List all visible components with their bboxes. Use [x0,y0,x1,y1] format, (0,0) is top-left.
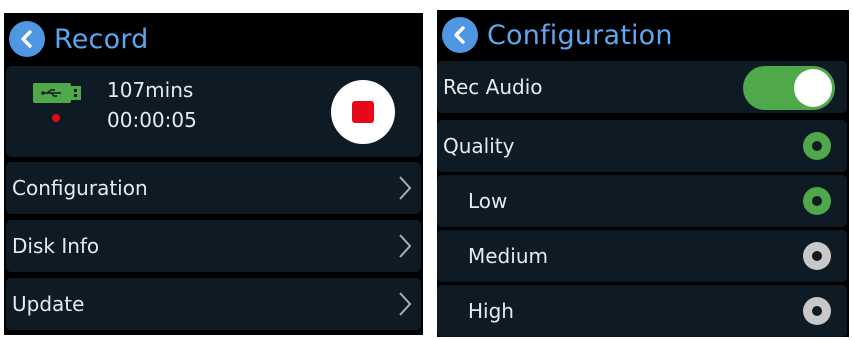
quality-option-medium[interactable]: Medium [437,230,847,282]
recording-status-panel: 107mins 00:00:05 [6,66,421,157]
menu-item-disk-info[interactable]: Disk Info [6,220,421,272]
stop-icon [352,101,374,123]
configuration-screen: Configuration Rec Audio Quality Low Medi… [437,10,849,337]
page-title: Record [54,23,149,55]
back-arrow-icon [21,30,32,48]
menu-item-label: Configuration [12,176,148,200]
chevron-right-icon [399,292,412,316]
elapsed-time: 00:00:05 [107,108,197,132]
back-button[interactable] [442,17,478,53]
menu-item-configuration[interactable]: Configuration [6,162,421,214]
page-title: Configuration [487,19,673,51]
back-arrow-icon [454,26,465,44]
rec-audio-toggle[interactable] [743,66,835,110]
menu-item-label: Disk Info [12,234,100,258]
radio-unselected-icon[interactable] [803,242,831,270]
menu-item-update[interactable]: Update [6,278,421,330]
remaining-time: 107mins [107,78,194,102]
option-label: Medium [468,244,548,268]
stop-record-button[interactable] [331,80,395,144]
rec-audio-row: Rec Audio [437,61,847,113]
option-label: Low [468,189,508,213]
quality-option-low[interactable]: Low [437,175,847,227]
toggle-knob [794,69,832,107]
rec-audio-label: Rec Audio [443,75,543,99]
radio-selected-icon[interactable] [803,187,831,215]
quality-radio-icon [803,132,831,160]
configuration-header: Configuration [437,10,849,60]
recording-dot-icon [52,114,60,122]
quality-row[interactable]: Quality [437,120,847,172]
option-label: High [468,299,514,323]
radio-unselected-icon[interactable] [803,297,831,325]
back-button[interactable] [9,21,45,57]
record-screen: Record 107mins 00:00:05 Configuration Di… [4,13,423,335]
quality-option-high[interactable]: High [437,285,847,337]
chevron-right-icon [399,176,412,200]
usb-drive-icon [33,83,81,103]
chevron-right-icon [399,234,412,258]
record-header: Record [4,13,423,65]
menu-item-label: Update [12,292,85,316]
quality-label: Quality [443,134,515,158]
